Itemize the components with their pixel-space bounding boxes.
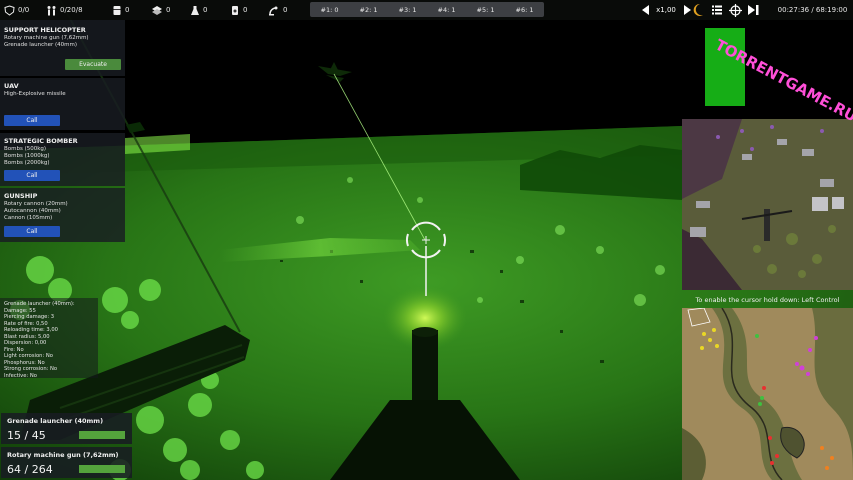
skip-forward-icon [748, 5, 759, 15]
call-bomber-button[interactable]: Call [4, 170, 60, 181]
resource-4-value: 0 [243, 6, 248, 14]
call-uav-button[interactable]: Call [4, 115, 60, 126]
stat-line: Grenade launcher (40mm): [4, 301, 75, 307]
ammo-bar [79, 465, 125, 473]
mission-counter-3: #3: 1 [398, 5, 417, 14]
stat-line: Infective: No [4, 372, 37, 379]
ammo-bar-fill [79, 465, 125, 473]
mission-counter-6: #6: 1 [515, 5, 534, 14]
soldiers-counter: 0/20/8 [46, 0, 83, 20]
mission-counter-5: #5: 1 [476, 5, 495, 14]
stat-line: Rate of fire: 0,50 [4, 320, 48, 327]
resource-5: 0 [268, 0, 287, 20]
resource-5-value: 0 [283, 6, 288, 14]
panel-title: SUPPORT HELICOPTER [4, 26, 86, 34]
game-clock: 00:27:36 / 68:19:00 [777, 6, 848, 14]
ammo-name: Grenade launcher (40mm) [7, 417, 104, 425]
skip-button[interactable] [747, 0, 760, 20]
flask-icon [191, 5, 199, 15]
mission-counters: #1: 0 #2: 1 #3: 1 #4: 1 #5: 1 #6: 1 [310, 2, 544, 17]
moon-icon [693, 3, 703, 16]
support-helicopter-panel: SUPPORT HELICOPTER Rotary machine gun (7… [0, 20, 125, 76]
weapon-line: Rotary machine gun (7,62mm) [4, 35, 89, 41]
resource-4: 0 [230, 0, 247, 20]
panel-title: STRATEGIC BOMBER [4, 137, 78, 145]
gunship-panel: GUNSHIP Rotary cannon (20mm) Autocannon … [0, 188, 125, 242]
call-gunship-button[interactable]: Call [4, 226, 60, 237]
minimap[interactable] [682, 308, 853, 480]
stat-line: Light corrosion: No [4, 353, 53, 359]
night-mode-indicator[interactable] [692, 0, 704, 20]
weapon-line: Bombs (1000kg) [4, 153, 50, 159]
aiming-reticle [405, 221, 447, 296]
game-screen: 0/0 0/20/8 0 0 0 0 0 #1: 0 #2: 1 #3: 1 #… [0, 0, 853, 480]
units-value: 0/0 [18, 6, 30, 14]
shield-icon [4, 4, 15, 16]
stat-line: Damage: 55 [4, 307, 36, 314]
satellite-icon [269, 6, 278, 15]
ammo-rotary-machine-gun[interactable]: Rotary machine gun (7,62mm) 64 / 264 [1, 447, 132, 478]
stat-line: Dispersion: 0,00 [4, 340, 47, 346]
evacuate-button[interactable]: Evacuate [65, 59, 121, 70]
resource-3: 0 [190, 0, 207, 20]
stat-line: Phosphorus: No [4, 359, 45, 366]
stat-line: Piercing damage: 3 [4, 314, 55, 320]
weapon-line: Cannon (105mm) [4, 215, 53, 221]
speed-up-button[interactable] [683, 0, 692, 20]
panel-title: GUNSHIP [4, 192, 38, 200]
mission-counter-4: #4: 1 [437, 5, 456, 14]
ammo-name: Rotary machine gun (7,62mm) [7, 451, 119, 459]
weapon-stats-panel: Grenade launcher (40mm): Damage: 55 Pier… [0, 298, 98, 379]
weapon-line: Bombs (2000kg) [4, 160, 50, 166]
units-counter: 0/0 [4, 0, 29, 20]
soldiers-icon [47, 5, 56, 15]
stat-line: Reloading time: 3,00 [4, 327, 58, 333]
speed-down-icon [642, 5, 649, 15]
barrel-icon [113, 5, 121, 15]
weapon-line: Bombs (500kg) [4, 146, 47, 152]
target-button[interactable] [729, 0, 742, 20]
game-speed: x1,00 [656, 6, 676, 14]
weapon-line: Rotary cannon (20mm) [4, 201, 68, 207]
crosshair-icon [729, 3, 742, 17]
weapon-line: Grenade launcher (40mm) [4, 42, 78, 48]
resource-2: 0 [151, 0, 170, 20]
mission-counter-2: #2: 1 [359, 5, 378, 14]
speed-up-icon [684, 5, 691, 15]
cursor-hint: To enable the cursor hold down: Left Con… [695, 296, 840, 304]
ammo-bar-fill [79, 431, 125, 439]
ammo-count: 15 / 45 [7, 429, 46, 442]
mission-counter-1: #1: 0 [320, 5, 339, 14]
panel-title: UAV [4, 82, 19, 90]
list-icon [712, 5, 722, 15]
weapon-line: High-Explosive missile [4, 91, 66, 97]
canister-icon [232, 5, 238, 15]
strategic-bomber-panel: STRATEGIC BOMBER Bombs (500kg) Bombs (10… [0, 133, 125, 186]
resource-3-value: 0 [203, 6, 208, 14]
speed-down-button[interactable] [641, 0, 650, 20]
top-resource-bar: 0/0 0/20/8 0 0 0 0 0 #1: 0 #2: 1 #3: 1 #… [0, 0, 853, 20]
stat-line: Blast radius: 5,00 [4, 333, 50, 340]
stat-line: Strong corrosion: No [4, 366, 58, 372]
ammo-grenade-launcher[interactable]: Grenade launcher (40mm) 15 / 45 [1, 413, 132, 444]
resource-1: 0 [112, 0, 129, 20]
soldiers-value: 0/20/8 [60, 6, 83, 14]
weapon-line: Autocannon (40mm) [4, 208, 61, 214]
resource-2-value: 0 [166, 6, 171, 14]
menu-list-button[interactable] [711, 0, 723, 20]
resource-1-value: 0 [125, 6, 130, 14]
watermark-logo: TORRENTGAME.RU [705, 28, 853, 126]
stat-line: Fire: No [4, 346, 24, 353]
uav-panel: UAV High-Explosive missile Call [0, 78, 125, 130]
ammo-stack-icon [152, 5, 162, 15]
ammo-bar [79, 431, 125, 439]
ammo-count: 64 / 264 [7, 463, 53, 476]
